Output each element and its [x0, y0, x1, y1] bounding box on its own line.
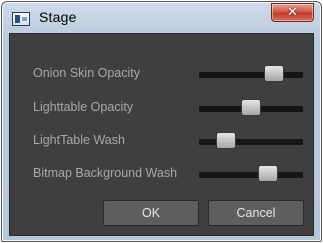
onion-skin-opacity-slider[interactable]	[199, 65, 303, 82]
ok-button[interactable]: OK	[103, 200, 199, 226]
onion-skin-opacity-row: Onion Skin Opacity	[10, 65, 313, 85]
lighttable-wash-row: LightTable Wash	[10, 132, 313, 152]
settings-panel: Onion Skin Opacity Lighttable Opacity Li…	[9, 33, 314, 236]
lighttable-wash-thumb[interactable]	[216, 132, 237, 149]
lighttable-opacity-slider[interactable]	[199, 99, 303, 116]
lighttable-wash-slider[interactable]	[199, 132, 303, 149]
bitmap-background-wash-thumb[interactable]	[257, 165, 278, 182]
close-button[interactable]: ✕	[271, 3, 314, 22]
close-icon: ✕	[287, 5, 298, 20]
cancel-button[interactable]: Cancel	[208, 200, 304, 226]
stage-dialog-window: Stage ✕ Onion Skin Opacity Lighttable Op…	[1, 1, 322, 242]
title-bar[interactable]: Stage ✕	[2, 2, 321, 32]
app-icon	[12, 12, 30, 26]
onion-skin-opacity-thumb[interactable]	[263, 65, 284, 82]
bitmap-background-wash-row: Bitmap Background Wash	[10, 165, 313, 185]
bitmap-background-wash-label: Bitmap Background Wash	[33, 166, 178, 180]
lighttable-opacity-label: Lighttable Opacity	[33, 100, 134, 114]
lighttable-wash-label: LightTable Wash	[33, 133, 125, 147]
window-title: Stage	[39, 9, 77, 25]
bitmap-background-wash-slider[interactable]	[199, 165, 303, 182]
lighttable-opacity-row: Lighttable Opacity	[10, 99, 313, 119]
lighttable-opacity-thumb[interactable]	[241, 99, 261, 116]
onion-skin-opacity-label: Onion Skin Opacity	[33, 66, 140, 80]
